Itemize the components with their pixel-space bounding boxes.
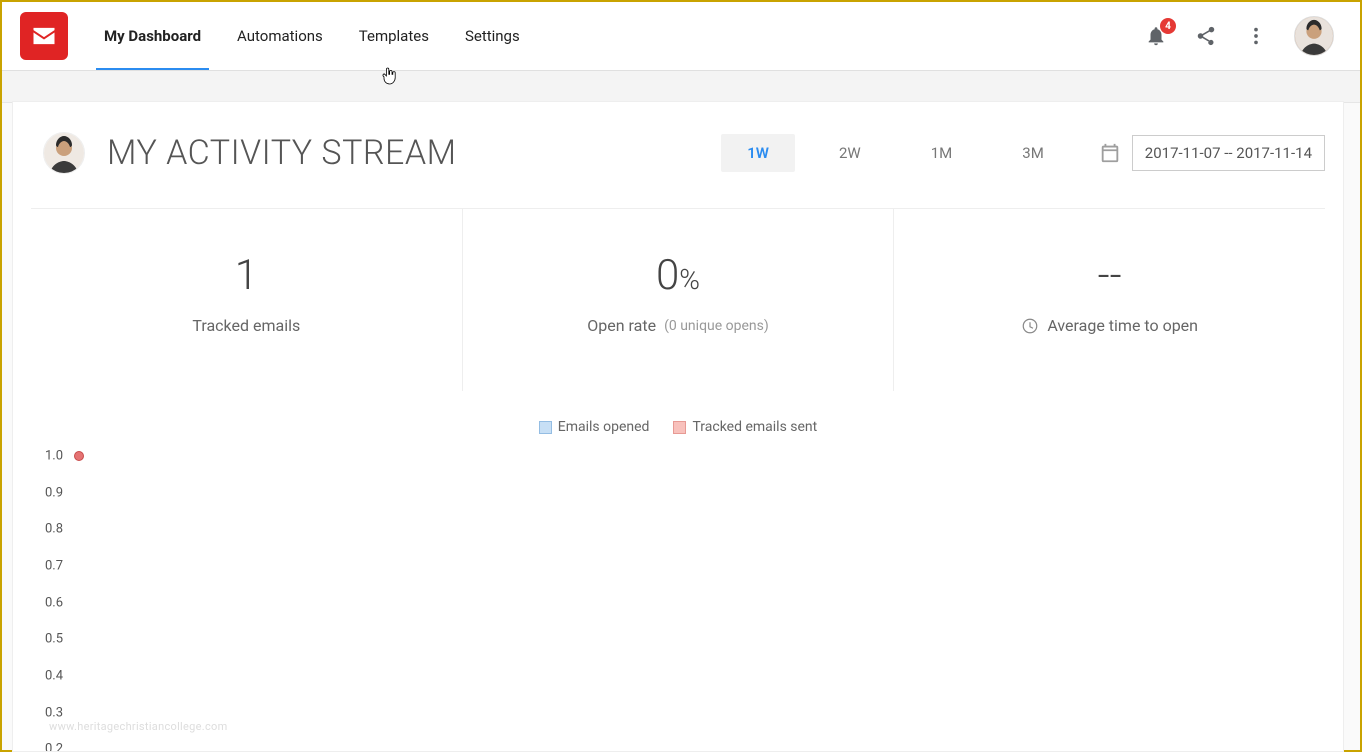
notifications-icon[interactable]: 4 <box>1144 24 1168 48</box>
watermark-text: www.heritagechristiancollege.com <box>49 720 228 733</box>
chart-ytick: 0.4 <box>45 669 63 684</box>
chart-area: 1.00.90.80.70.60.50.40.30.20.1 <box>45 451 1311 752</box>
stat-label: Open rate <box>587 316 656 335</box>
nav-tab-label: Settings <box>465 27 520 45</box>
chart-ytick: 0.3 <box>45 705 63 720</box>
range-1m[interactable]: 1M <box>905 134 979 172</box>
chart-ytick: 0.9 <box>45 485 63 500</box>
stat-value: 0 <box>656 251 679 300</box>
stat-value: -- <box>912 251 1307 300</box>
chart-legend: Emails opened Tracked emails sent <box>31 419 1325 435</box>
chart-ytick: 1.0 <box>45 449 63 464</box>
notifications-badge: 4 <box>1160 18 1176 34</box>
percent-symbol: % <box>679 263 700 296</box>
date-range-field[interactable]: 2017-11-07 -- 2017-11-14 <box>1132 135 1325 171</box>
legend-item-sent: Tracked emails sent <box>673 419 817 435</box>
chart-ytick: 0.5 <box>45 632 63 647</box>
user-avatar[interactable] <box>1294 16 1334 56</box>
calendar-icon[interactable] <box>1098 141 1122 165</box>
nav-tab-templates[interactable]: Templates <box>359 2 429 70</box>
share-icon[interactable] <box>1194 24 1218 48</box>
nav-tab-settings[interactable]: Settings <box>465 2 520 70</box>
chart-ytick: 0.8 <box>45 522 63 537</box>
legend-swatch-red-icon <box>673 421 686 434</box>
chart-ytick: 0.2 <box>45 742 63 752</box>
stat-label: Average time to open <box>1047 316 1198 335</box>
stat-sublabel: (0 unique opens) <box>664 318 769 334</box>
clock-icon <box>1021 317 1039 335</box>
nav-tab-dashboard[interactable]: My Dashboard <box>104 2 201 70</box>
nav-tab-automations[interactable]: Automations <box>237 2 323 70</box>
nav-tab-label: My Dashboard <box>104 27 201 45</box>
range-1w[interactable]: 1W <box>721 134 795 172</box>
nav-tab-label: Templates <box>359 27 429 45</box>
stat-open-rate: 0% Open rate (0 unique opens) <box>463 209 895 391</box>
chart-ytick: 0.7 <box>45 559 63 574</box>
stat-avg-time: -- Average time to open <box>894 209 1325 391</box>
legend-item-opened: Emails opened <box>539 419 650 435</box>
chart-ytick: 0.6 <box>45 595 63 610</box>
chart-point-marker <box>74 451 84 461</box>
range-3m[interactable]: 3M <box>996 134 1070 172</box>
range-2w[interactable]: 2W <box>813 134 887 172</box>
page-title: MY ACTIVITY STREAM <box>107 133 457 173</box>
legend-swatch-blue-icon <box>539 421 552 434</box>
more-icon[interactable] <box>1244 24 1268 48</box>
stat-value: 1 <box>49 251 444 300</box>
profile-avatar <box>43 132 85 174</box>
stat-label: Tracked emails <box>49 316 444 335</box>
app-logo[interactable] <box>20 12 68 60</box>
activity-card: MY ACTIVITY STREAM 1W 2W 1M 3M 2017-11-0… <box>12 101 1344 752</box>
nav-tab-label: Automations <box>237 27 323 45</box>
stat-tracked-emails: 1 Tracked emails <box>31 209 463 391</box>
